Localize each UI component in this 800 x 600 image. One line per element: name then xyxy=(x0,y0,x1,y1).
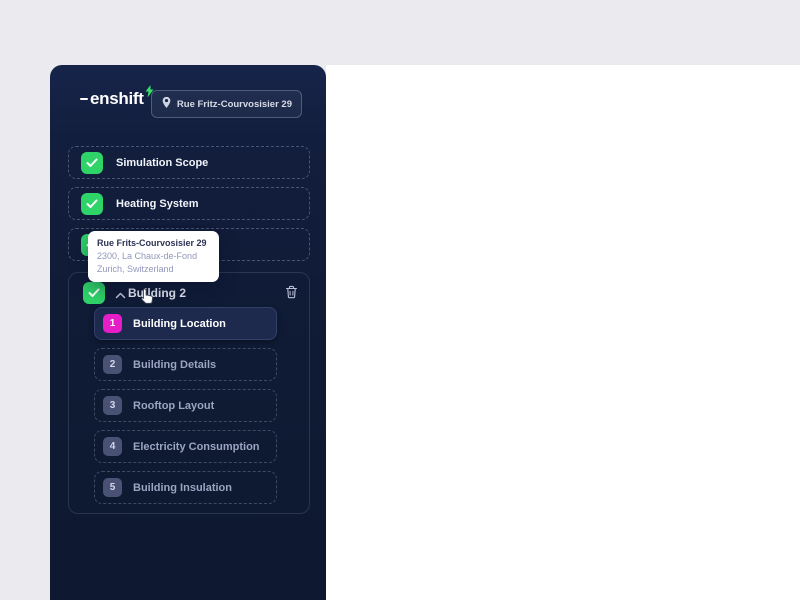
check-icon xyxy=(81,192,103,215)
step-heating-system[interactable]: Heating System xyxy=(68,187,310,220)
substep-number-badge: 4 xyxy=(103,437,122,456)
step-label: Heating System xyxy=(116,197,199,210)
address-tooltip: Rue Frits-Courvosisier 29 2300, La Chaux… xyxy=(88,231,219,282)
substep-label: Building Details xyxy=(133,358,217,371)
substep-label: Electricity Consumption xyxy=(133,440,260,453)
sidebar: enshift Rue Fritz-Courvosisier 29 Simula… xyxy=(50,65,326,600)
substep-label: Building Location xyxy=(133,317,226,330)
substep-label: Rooftop Layout xyxy=(133,399,215,412)
mouse-cursor-icon xyxy=(138,287,155,311)
building-header[interactable]: Building 2 xyxy=(69,278,309,309)
substep-number-badge: 3 xyxy=(103,396,122,415)
enshift-logo: enshift xyxy=(80,85,154,109)
step-label: Simulation Scope xyxy=(116,156,209,169)
building-title: Building 2 xyxy=(128,286,186,300)
tooltip-country: Zurich, Switzerland xyxy=(97,264,174,274)
map-pin-icon xyxy=(161,96,172,112)
address-pill-label: Rue Fritz-Courvosisier 29 xyxy=(176,98,292,110)
main-content-panel: Building Location Enter the location of … xyxy=(326,65,800,600)
logo-text: enshift xyxy=(90,89,144,108)
substep-label: Building Insulation xyxy=(133,481,232,494)
step-simulation-scope[interactable]: Simulation Scope xyxy=(68,146,310,179)
check-icon xyxy=(81,151,103,174)
check-icon xyxy=(83,282,105,304)
substep-number-badge: 1 xyxy=(103,314,122,333)
tooltip-street: Rue Frits-Courvosisier 29 xyxy=(97,238,207,248)
substep-number-badge: 5 xyxy=(103,478,122,497)
chevron-up-icon[interactable] xyxy=(115,286,126,304)
substep-number-badge: 2 xyxy=(103,355,122,374)
tooltip-city: 2300, La Chaux-de-Fond xyxy=(97,251,198,261)
logo-dash xyxy=(80,97,88,101)
address-pill[interactable]: Rue Fritz-Courvosisier 29 xyxy=(150,90,302,118)
substep-building-location[interactable]: 1 Building Location xyxy=(94,307,277,340)
substep-building-insulation[interactable]: 5 Building Insulation xyxy=(94,471,277,504)
substep-building-details[interactable]: 2 Building Details xyxy=(94,348,277,381)
trash-icon[interactable] xyxy=(285,285,298,304)
substep-electricity-consumption[interactable]: 4 Electricity Consumption xyxy=(94,430,277,463)
substep-rooftop-layout[interactable]: 3 Rooftop Layout xyxy=(94,389,277,422)
app-window: Building Location Enter the location of … xyxy=(0,0,800,600)
